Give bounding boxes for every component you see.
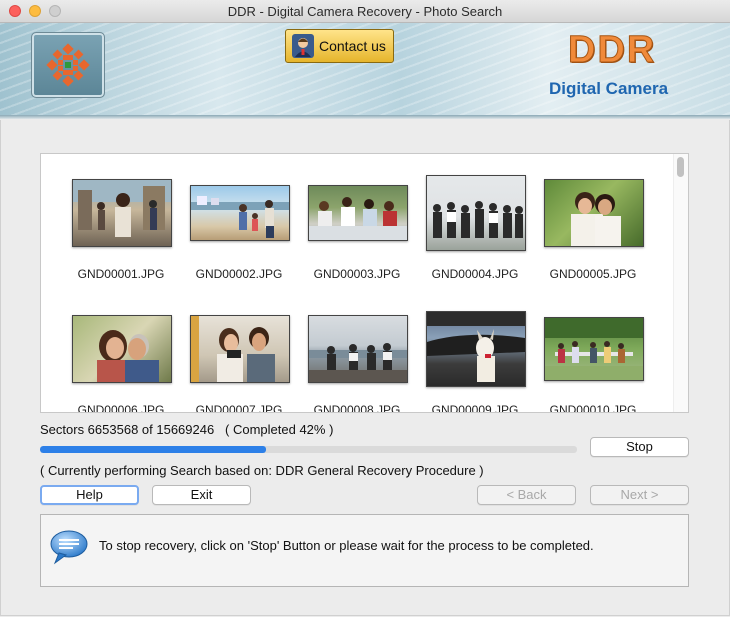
info-panel: To stop recovery, click on 'Stop' Button… [40, 514, 689, 587]
photo-thumbnail[interactable] [426, 311, 526, 387]
photo-filename: GND00008.JPG [313, 403, 401, 413]
info-message: To stop recovery, click on 'Stop' Button… [99, 538, 594, 553]
stop-button[interactable]: Stop [590, 437, 689, 457]
window-title: DDR - Digital Camera Recovery - Photo Se… [227, 4, 503, 19]
photo-filename: GND00001.JPG [77, 267, 165, 281]
recovered-photos-gallery[interactable]: GND00001.JPG GND00002.JPG GND00003.JPG G… [40, 153, 689, 413]
photo-thumbnail[interactable] [72, 315, 172, 383]
contact-us-label: Contact us [319, 38, 386, 54]
contact-us-button[interactable]: Contact us [285, 29, 394, 63]
photo-thumbnail[interactable] [544, 179, 644, 247]
photo-thumbnail[interactable] [426, 175, 526, 251]
photo-filename: GND00007.JPG [195, 403, 283, 413]
photo-thumbnail[interactable] [308, 185, 408, 241]
photo-thumbnail[interactable] [72, 179, 172, 247]
photo-filename: GND00010.JPG [549, 403, 637, 413]
header-banner: Contact us DDR Digital Camera [0, 23, 730, 115]
photo-filename: GND00004.JPG [431, 267, 519, 281]
photo-thumbnail[interactable] [190, 315, 290, 383]
photo-filename: GND00002.JPG [195, 267, 283, 281]
photo-thumbnail[interactable] [190, 185, 290, 241]
recovery-progress-bar [40, 446, 577, 453]
ddr-logo-icon [46, 43, 90, 87]
photo-filename: GND00003.JPG [313, 267, 401, 281]
photo-filename: GND00006.JPG [77, 403, 165, 413]
recovery-progress-fill [40, 446, 266, 453]
back-button[interactable]: < Back [477, 485, 576, 505]
photo-filename: GND00005.JPG [549, 267, 637, 281]
banner-divider [0, 115, 730, 119]
help-button[interactable]: Help [40, 485, 139, 505]
procedure-status: ( Currently performing Search based on: … [40, 463, 484, 478]
exit-button[interactable]: Exit [152, 485, 251, 505]
sectors-status: Sectors 6653568 of 15669246 ( Completed … [40, 422, 334, 437]
photo-filename: GND00009.JPG [431, 403, 519, 413]
app-logo [31, 32, 105, 98]
support-person-icon [292, 34, 314, 58]
gallery-scrollbar[interactable] [673, 154, 688, 412]
brand-name: DDR [567, 29, 657, 72]
brand-subtitle: Digital Camera [549, 79, 669, 98]
gallery-scroll-thumb[interactable] [677, 157, 684, 177]
title-bar: DDR - Digital Camera Recovery - Photo Se… [0, 0, 730, 23]
photo-thumbnail[interactable] [544, 317, 644, 381]
next-button[interactable]: Next > [590, 485, 689, 505]
photo-thumbnail[interactable] [308, 315, 408, 383]
speech-bubble-icon [49, 529, 89, 568]
